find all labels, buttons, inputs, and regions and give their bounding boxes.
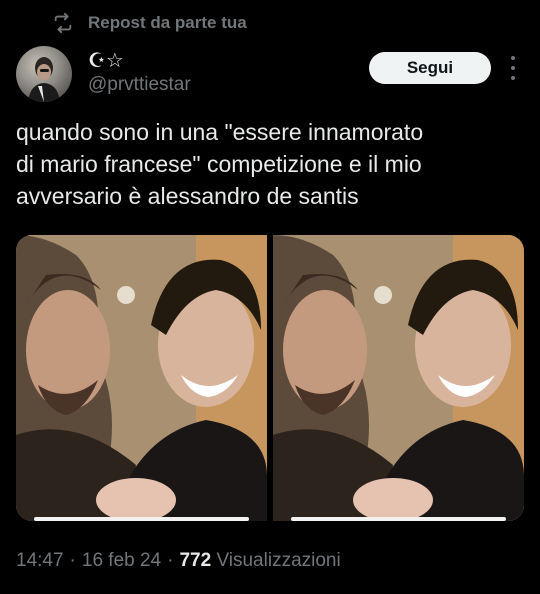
- video-progress-bar[interactable]: [291, 517, 506, 521]
- meta-separator: ·: [167, 550, 174, 571]
- author-display-name[interactable]: ☪︎☆: [88, 48, 124, 73]
- photo-2[interactable]: [273, 235, 524, 521]
- avatar[interactable]: [16, 46, 72, 102]
- photo-1[interactable]: [16, 235, 267, 521]
- views-label[interactable]: Visualizzazioni: [216, 550, 340, 571]
- tweet-meta: 14:47 · 16 feb 24 · 772 Visualizzazioni: [16, 550, 341, 572]
- repost-icon: [54, 12, 72, 34]
- more-dot: [511, 76, 515, 80]
- media-grid: [16, 235, 524, 521]
- tweet-line: avversario è alessandro de santis: [16, 183, 359, 209]
- follow-button[interactable]: Segui: [369, 52, 491, 84]
- tweet-line: di mario francese" competizione e il mio: [16, 151, 422, 177]
- tweet-date[interactable]: 16 feb 24: [82, 550, 161, 572]
- more-dot: [511, 56, 515, 60]
- more-options-icon[interactable]: [503, 56, 523, 80]
- repost-label: Repost da parte tua: [88, 13, 247, 32]
- tweet-line: quando sono in una "essere innamorato: [16, 119, 424, 145]
- meta-separator: ·: [69, 550, 76, 571]
- tweet-time[interactable]: 14:47: [16, 550, 64, 572]
- video-progress-bar[interactable]: [34, 517, 249, 521]
- views-count[interactable]: 772: [179, 550, 211, 571]
- author-handle[interactable]: @prvttiestar: [88, 74, 191, 96]
- tweet-text: quando sono in una "essere innamorato di…: [16, 116, 516, 212]
- repost-indicator[interactable]: Repost da parte tua: [52, 12, 247, 34]
- more-dot: [511, 66, 515, 70]
